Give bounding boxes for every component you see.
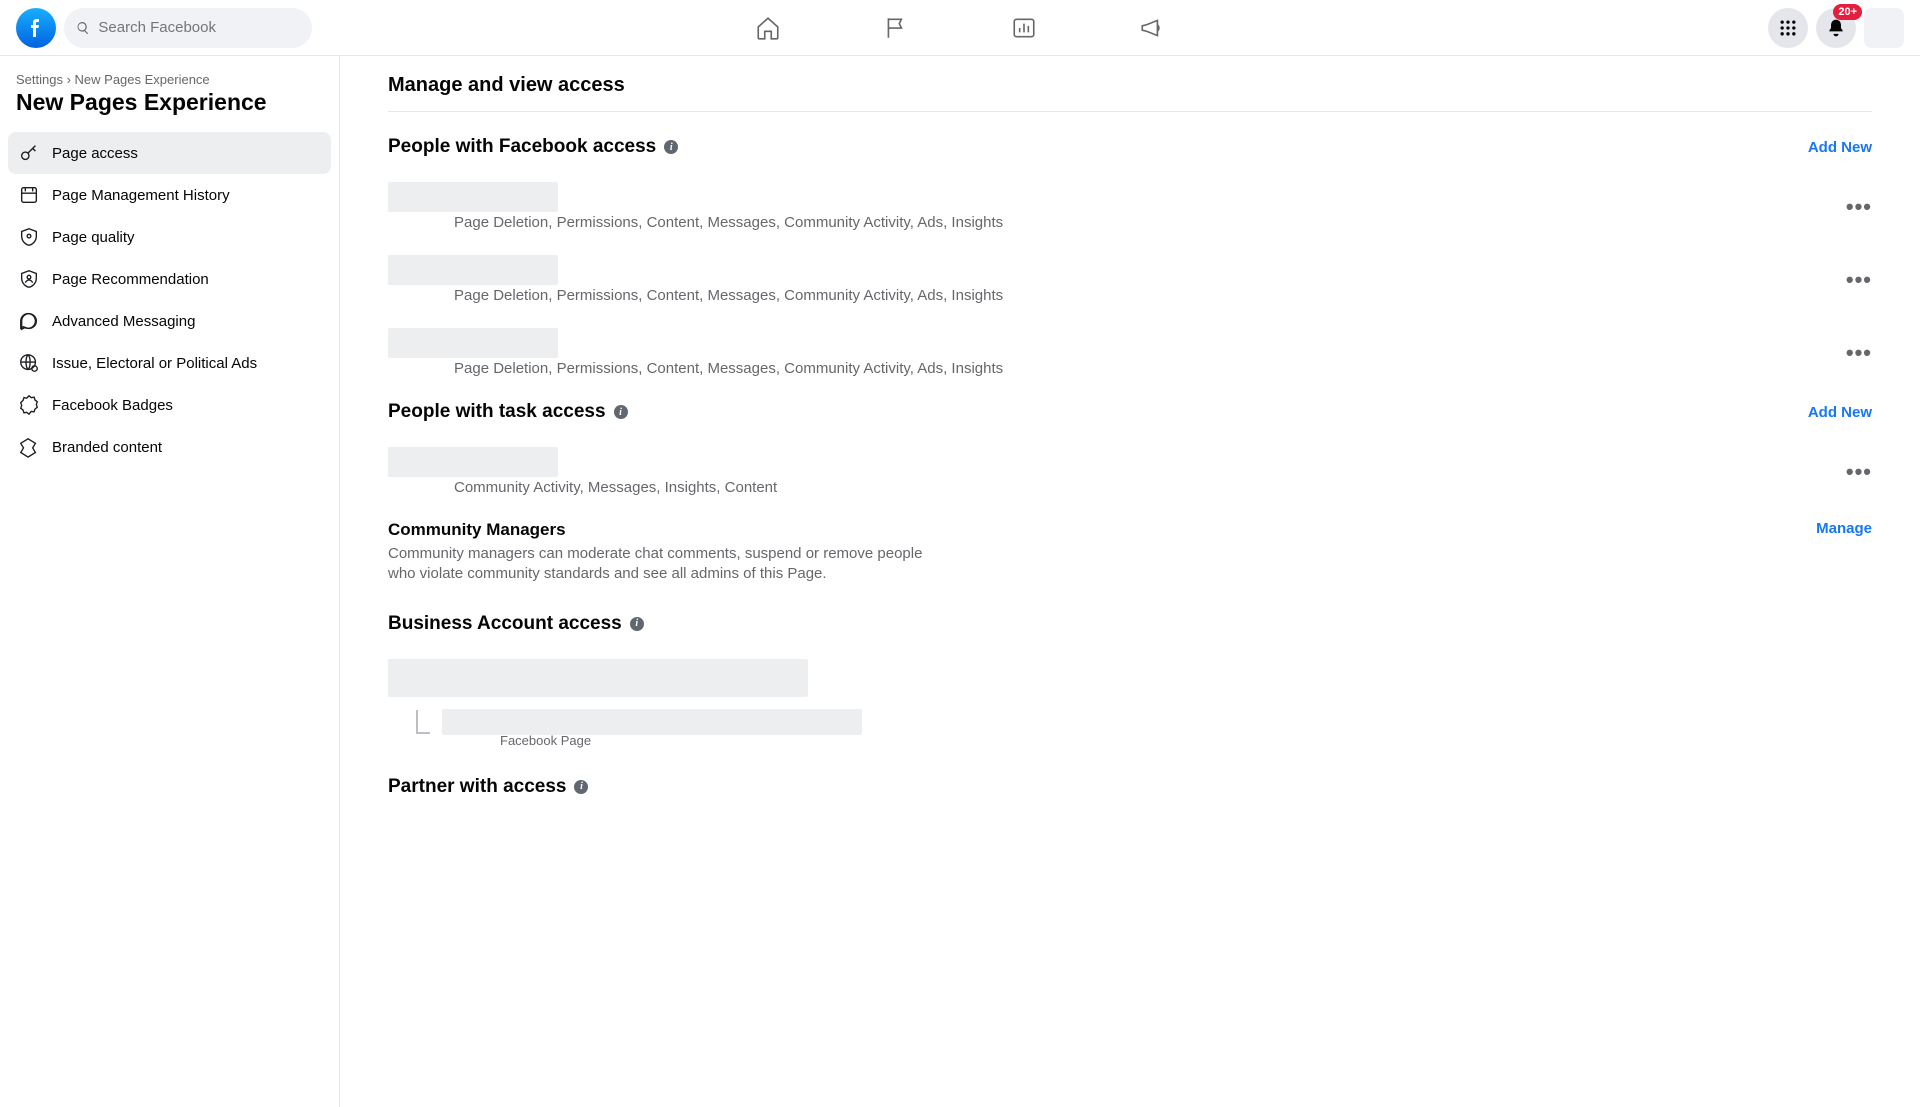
bell-icon	[1826, 18, 1846, 38]
more-button[interactable]: •••	[1846, 340, 1872, 366]
sidebar-item-label: Page access	[52, 145, 138, 162]
redacted-page-name	[442, 709, 862, 735]
key-icon	[18, 142, 40, 164]
nav-insights[interactable]	[1010, 14, 1038, 42]
grid-icon	[1778, 18, 1798, 38]
more-button[interactable]: •••	[1846, 194, 1872, 220]
globe-gear-icon	[18, 352, 40, 374]
sidebar-item-page-access[interactable]: Page access	[8, 132, 331, 174]
chat-icon	[18, 310, 40, 332]
breadcrumb: Settings › New Pages Experience	[8, 72, 331, 87]
sidebar-item-label: Page quality	[52, 229, 135, 246]
add-new-task-access[interactable]: Add New	[1808, 404, 1872, 421]
person-row: Page Deletion, Permissions, Content, Mes…	[388, 182, 1872, 231]
sidebar-item-management-history[interactable]: Page Management History	[8, 174, 331, 216]
person-row: Page Deletion, Permissions, Content, Mes…	[388, 255, 1872, 304]
sidebar-item-label: Page Management History	[52, 187, 230, 204]
sidebar-item-label: Advanced Messaging	[52, 313, 195, 330]
community-managers-desc: Community managers can moderate chat com…	[388, 544, 928, 585]
permissions-text: Community Activity, Messages, Insights, …	[388, 479, 1846, 496]
permissions-text: Page Deletion, Permissions, Content, Mes…	[388, 287, 1846, 304]
chart-icon	[1011, 15, 1037, 41]
sidebar-item-label: Issue, Electoral or Political Ads	[52, 355, 257, 372]
shield-person-icon	[18, 268, 40, 290]
more-button[interactable]: •••	[1846, 459, 1872, 485]
info-icon[interactable]: i	[664, 140, 678, 154]
tag-icon	[18, 436, 40, 458]
section-title-facebook-access: People with Facebook access	[388, 136, 656, 158]
redacted-business-account	[388, 659, 808, 697]
permissions-text: Page Deletion, Permissions, Content, Mes…	[388, 360, 1846, 377]
sidebar-item-advanced-messaging[interactable]: Advanced Messaging	[8, 300, 331, 342]
flag-icon	[883, 15, 909, 41]
notifications-button[interactable]: 20+	[1816, 8, 1856, 48]
account-avatar[interactable]	[1864, 8, 1904, 48]
sidebar-item-recommendation[interactable]: Page Recommendation	[8, 258, 331, 300]
permissions-text: Page Deletion, Permissions, Content, Mes…	[388, 214, 1846, 231]
sidebar-item-label: Branded content	[52, 439, 162, 456]
info-icon[interactable]: i	[630, 617, 644, 631]
redacted-name	[388, 447, 558, 477]
main-title: Manage and view access	[388, 74, 1872, 97]
nav-ads[interactable]	[1138, 14, 1166, 42]
history-icon	[18, 184, 40, 206]
sidebar-item-label: Page Recommendation	[52, 271, 209, 288]
redacted-name	[388, 182, 558, 212]
info-icon[interactable]: i	[614, 405, 628, 419]
facebook-logo[interactable]	[16, 8, 56, 48]
divider	[388, 111, 1872, 112]
business-page-label: Facebook Page	[442, 733, 862, 748]
shield-icon	[18, 226, 40, 248]
community-managers-title: Community Managers	[388, 520, 928, 540]
sidebar-item-page-quality[interactable]: Page quality	[8, 216, 331, 258]
search-icon	[76, 20, 90, 36]
info-icon[interactable]: i	[574, 780, 588, 794]
more-button[interactable]: •••	[1846, 267, 1872, 293]
add-new-facebook-access[interactable]: Add New	[1808, 139, 1872, 156]
person-row: Page Deletion, Permissions, Content, Mes…	[388, 328, 1872, 377]
sidebar-item-political-ads[interactable]: Issue, Electoral or Political Ads	[8, 342, 331, 384]
section-title-task-access: People with task access	[388, 401, 606, 423]
home-icon	[755, 15, 781, 41]
megaphone-icon	[1139, 15, 1165, 41]
manage-community-managers[interactable]: Manage	[1816, 520, 1872, 537]
redacted-name	[388, 328, 558, 358]
notifications-badge: 20+	[1833, 4, 1862, 20]
tree-connector	[416, 710, 430, 734]
star-badge-icon	[18, 394, 40, 416]
section-title-business-access: Business Account access	[388, 613, 622, 635]
sidebar-item-badges[interactable]: Facebook Badges	[8, 384, 331, 426]
apps-menu-button[interactable]	[1768, 8, 1808, 48]
section-title-partner-access: Partner with access	[388, 776, 566, 798]
page-title: New Pages Experience	[8, 89, 331, 116]
sidebar-item-label: Facebook Badges	[52, 397, 173, 414]
search-input[interactable]	[98, 19, 300, 36]
nav-home[interactable]	[754, 14, 782, 42]
person-row: Community Activity, Messages, Insights, …	[388, 447, 1872, 496]
search-box[interactable]	[64, 8, 312, 48]
sidebar-item-branded-content[interactable]: Branded content	[8, 426, 331, 468]
redacted-name	[388, 255, 558, 285]
nav-pages[interactable]	[882, 14, 910, 42]
